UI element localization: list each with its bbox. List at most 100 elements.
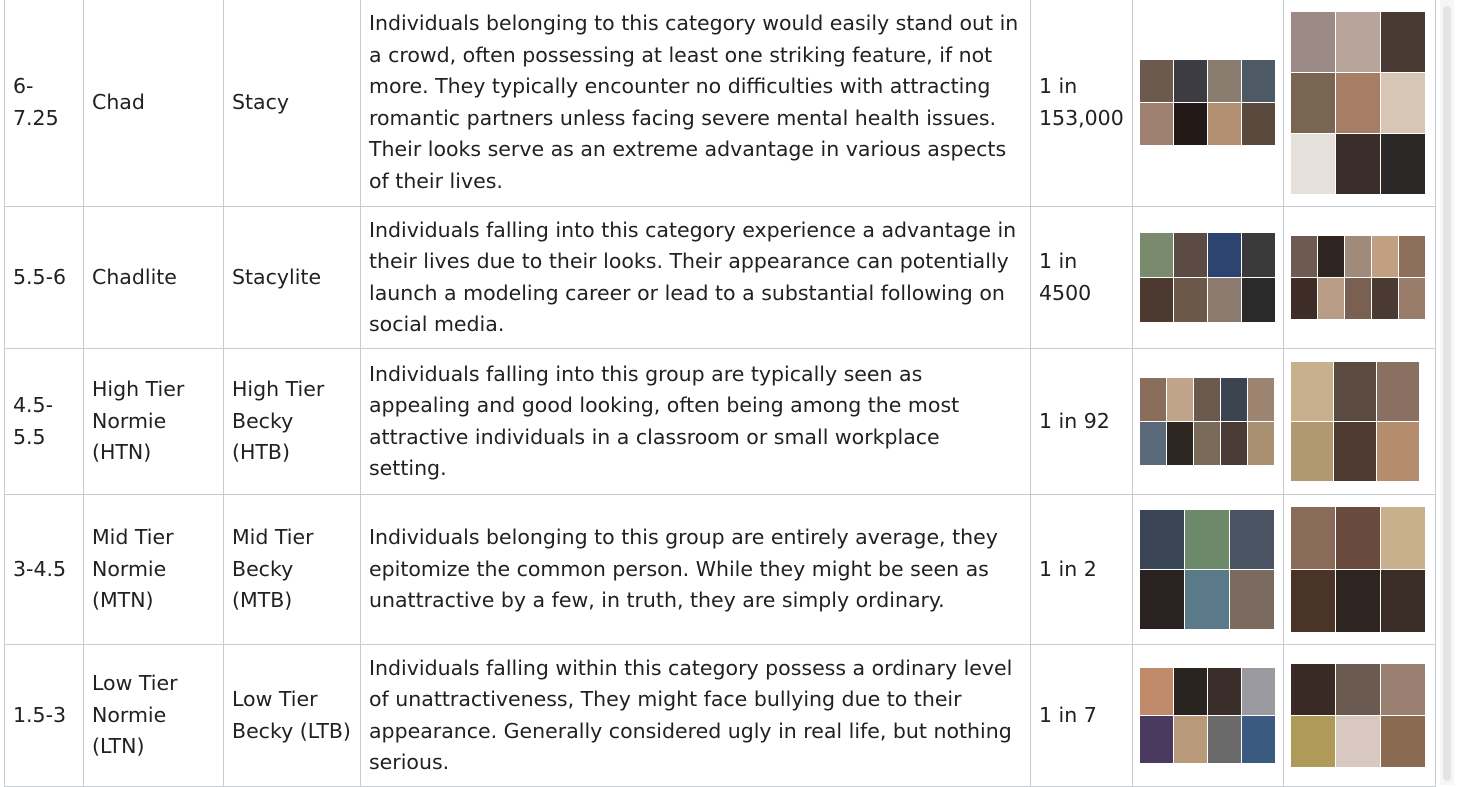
photo-thumbnail [1140,233,1173,277]
photo-thumbnail [1185,510,1229,569]
male-category-cell: Mid Tier Normie (MTN) [83,494,224,645]
photo-thumbnail [1291,72,1335,133]
photo-thumbnail [1208,668,1241,715]
photo-thumbnail [1174,233,1207,277]
male-examples-cell [1132,348,1284,495]
photo-thumbnail [1381,570,1425,632]
female-examples-cell [1283,348,1436,495]
photo-thumbnail [1140,422,1166,465]
photo-thumbnail [1230,570,1274,629]
description-cell: Individuals belonging to this group are … [360,494,1031,645]
male-photo-collage [1140,510,1276,629]
table-row: 3-4.5 Mid Tier Normie (MTN) Mid Tier Bec… [4,494,1436,645]
frequency-cell: 1 in 7 [1030,644,1133,787]
female-examples-cell [1283,0,1436,207]
photo-thumbnail [1291,422,1333,481]
male-examples-cell [1132,0,1284,207]
female-photo-collage [1291,507,1428,632]
photo-thumbnail [1208,60,1241,102]
female-category-cell: Low Tier Becky (LTB) [223,644,361,787]
description-cell: Individuals belonging to this category w… [360,0,1031,207]
photo-thumbnail [1140,716,1173,763]
photo-thumbnail [1291,11,1335,72]
male-examples-cell [1132,644,1284,787]
male-photo-collage [1140,233,1276,322]
photo-thumbnail [1377,422,1419,481]
score-cell: 1.5-3 [4,644,84,787]
photo-thumbnail [1208,233,1241,277]
male-category-cell: High Tier Normie (HTN) [83,348,224,495]
photo-thumbnail [1336,72,1380,133]
photo-thumbnail [1140,60,1173,102]
photo-thumbnail [1399,278,1425,319]
photo-thumbnail [1185,570,1229,629]
photo-thumbnail [1242,278,1275,322]
female-photo-collage [1291,236,1428,319]
male-category-cell: Low Tier Normie (LTN) [83,644,224,787]
photo-thumbnail [1318,278,1344,319]
photo-thumbnail [1345,236,1371,277]
photo-thumbnail [1242,668,1275,715]
male-photo-collage [1140,668,1276,763]
table-row: 1.5-3 Low Tier Normie (LTN) Low Tier Bec… [4,644,1436,787]
male-category-cell: Chadlite [83,206,224,349]
photo-thumbnail [1377,362,1419,421]
female-category-cell: High Tier Becky (HTB) [223,348,361,495]
photo-thumbnail [1174,103,1207,145]
table-row: 5.5-6 Chadlite Stacylite Individuals fal… [4,206,1436,349]
photo-thumbnail [1336,507,1380,569]
photo-thumbnail [1291,278,1317,319]
score-cell: 4.5- 5.5 [4,348,84,495]
score-cell: 3-4.5 [4,494,84,645]
table-row: 6- 7.25 Chad Stacy Individuals belonging… [4,0,1436,207]
photo-thumbnail [1174,716,1207,763]
photo-thumbnail [1208,278,1241,322]
photo-thumbnail [1372,236,1398,277]
score-cell: 6- 7.25 [4,0,84,207]
photo-thumbnail [1372,278,1398,319]
photo-thumbnail [1318,236,1344,277]
photo-thumbnail [1242,60,1275,102]
photo-thumbnail [1291,664,1335,715]
frequency-cell: 1 in 92 [1030,348,1133,495]
frequency-cell: 1 in 2 [1030,494,1133,645]
ratings-table-wrapper: 6- 7.25 Chad Stacy Individuals belonging… [4,0,1436,787]
photo-thumbnail [1248,422,1274,465]
photo-thumbnail [1336,570,1380,632]
photo-thumbnail [1381,11,1425,72]
photo-thumbnail [1291,507,1335,569]
description-cell: Individuals falling into this group are … [360,348,1031,495]
male-examples-cell [1132,494,1284,645]
photo-thumbnail [1345,278,1371,319]
photo-thumbnail [1291,133,1335,194]
photo-thumbnail [1221,378,1247,421]
female-examples-cell [1283,206,1436,349]
photo-thumbnail [1140,510,1184,569]
photo-thumbnail [1174,278,1207,322]
female-examples-cell [1283,644,1436,787]
photo-thumbnail [1381,507,1425,569]
photo-thumbnail [1174,60,1207,102]
table-row: 4.5- 5.5 High Tier Normie (HTN) High Tie… [4,348,1436,495]
photo-thumbnail [1242,103,1275,145]
photo-thumbnail [1381,716,1425,767]
ratings-table: 6- 7.25 Chad Stacy Individuals belonging… [4,0,1436,787]
photo-thumbnail [1336,133,1380,194]
photo-thumbnail [1140,668,1173,715]
photo-thumbnail [1140,103,1173,145]
description-cell: Individuals falling within this category… [360,644,1031,787]
photo-thumbnail [1381,664,1425,715]
photo-thumbnail [1242,716,1275,763]
photo-thumbnail [1167,422,1193,465]
female-photo-collage [1291,664,1428,767]
photo-thumbnail [1291,716,1335,767]
female-photo-collage [1291,11,1428,194]
photo-thumbnail [1208,716,1241,763]
scrollbar-thumb[interactable] [1443,6,1451,781]
frequency-cell: 1 in 4500 [1030,206,1133,349]
photo-thumbnail [1291,570,1335,632]
photo-thumbnail [1334,422,1376,481]
frequency-cell: 1 in 153,000 [1030,0,1133,207]
photo-thumbnail [1399,236,1425,277]
photo-thumbnail [1140,570,1184,629]
